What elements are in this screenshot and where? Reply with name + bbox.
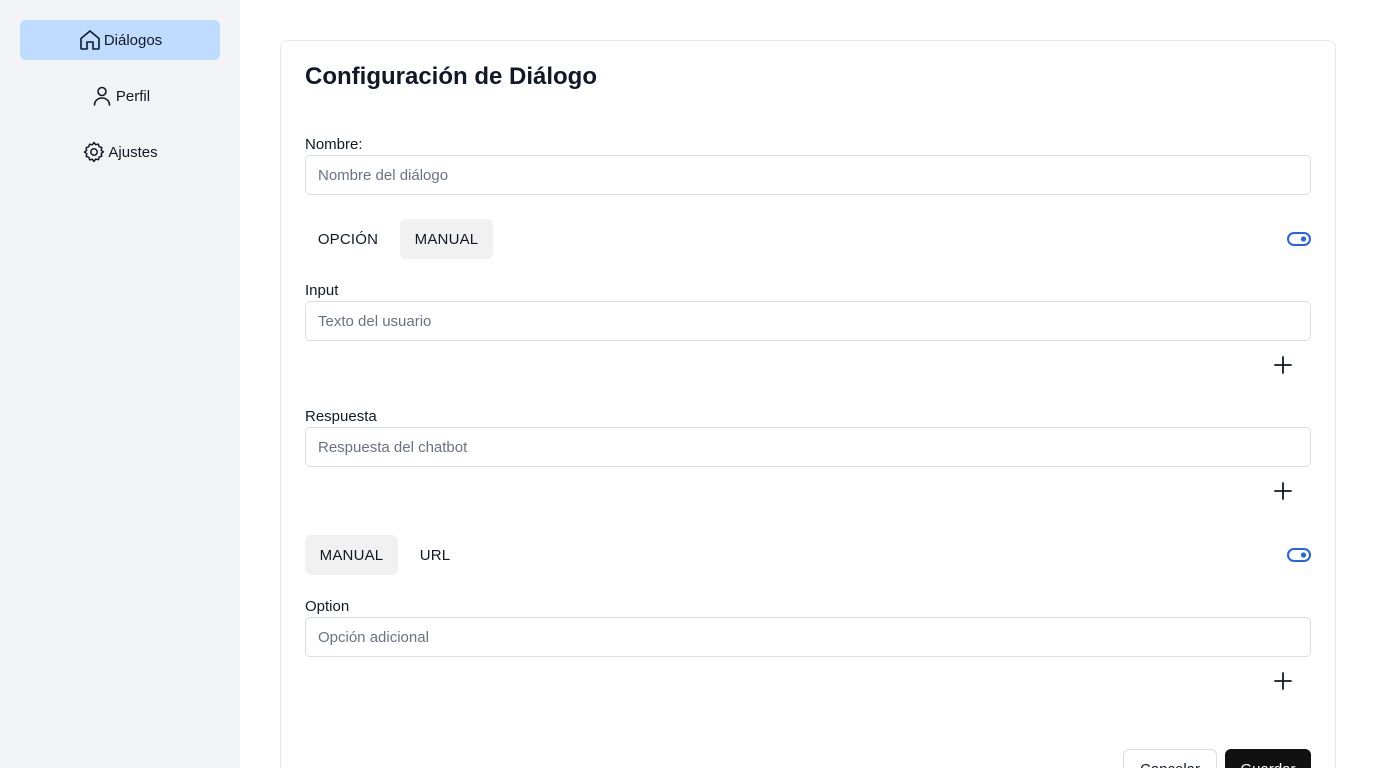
sidebar: Diálogos Perfil Ajustes [0, 0, 240, 768]
plus-icon [1271, 479, 1295, 503]
option-input-field[interactable] [305, 617, 1311, 657]
page-title: Configuración de Diálogo [305, 63, 597, 90]
add-option-button[interactable] [1271, 669, 1295, 693]
toggle-on-icon [1287, 231, 1311, 247]
response-label: Respuesta [305, 408, 377, 425]
sidebar-item-label: Diálogos [103, 31, 163, 49]
sidebar-item-label: Ajustes [108, 143, 158, 161]
add-input-button[interactable] [1271, 353, 1295, 377]
cancel-button[interactable]: Cancelar [1123, 749, 1217, 768]
home-icon [78, 28, 102, 52]
user-icon [90, 84, 114, 108]
user-input-field[interactable] [305, 301, 1311, 341]
toggle-switch[interactable] [1287, 231, 1311, 247]
sidebar-item-ajustes[interactable]: Ajustes [20, 132, 220, 172]
plus-icon [1271, 669, 1295, 693]
name-input[interactable] [305, 155, 1311, 195]
sidebar-item-perfil[interactable]: Perfil [20, 76, 220, 116]
input-label: Input [305, 282, 339, 299]
tab-manual[interactable]: MANUAL [400, 219, 493, 259]
toggle-switch-2[interactable] [1287, 547, 1311, 563]
tab-url[interactable]: URL [407, 535, 463, 575]
sidebar-item-label: Perfil [115, 87, 151, 105]
gear-icon [82, 140, 106, 164]
tab-opcion[interactable]: OPCIÓN [305, 219, 391, 259]
tab-manual-2[interactable]: MANUAL [305, 535, 398, 575]
sidebar-item-dialogos[interactable]: Diálogos [20, 20, 220, 60]
dialog-config-card: Configuración de Diálogo Nombre: OPCIÓN … [280, 40, 1336, 768]
save-button[interactable]: Guardar [1225, 749, 1311, 768]
name-label: Nombre: [305, 136, 363, 153]
add-response-button[interactable] [1271, 479, 1295, 503]
toggle-on-icon [1287, 547, 1311, 563]
plus-icon [1271, 353, 1295, 377]
option-label: Option [305, 598, 350, 615]
response-input-field[interactable] [305, 427, 1311, 467]
